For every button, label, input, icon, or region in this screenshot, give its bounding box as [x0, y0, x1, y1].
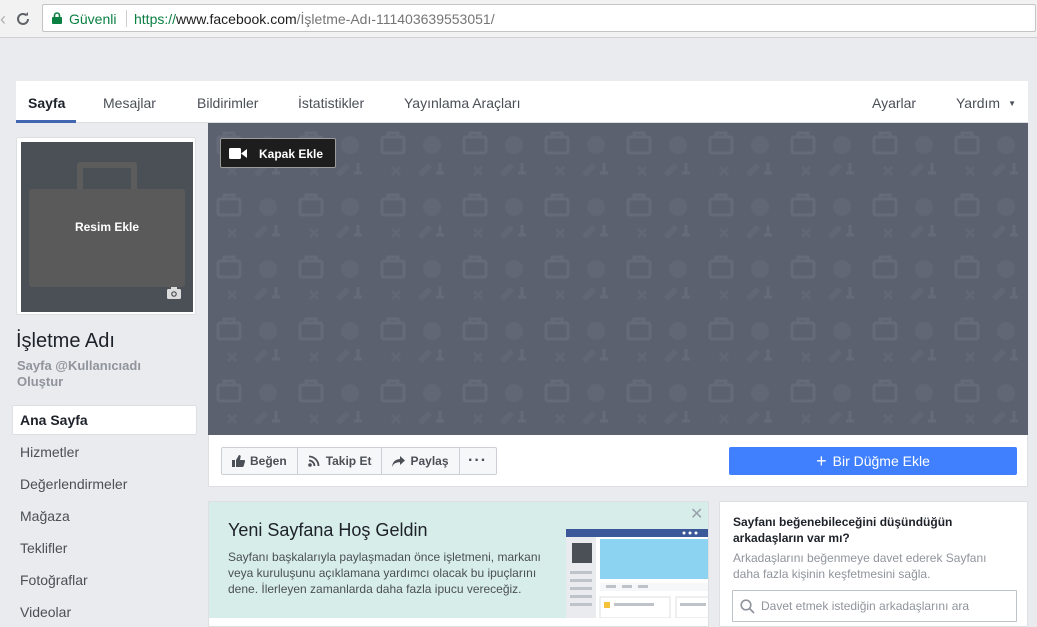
rss-icon	[307, 455, 320, 467]
side-nav-shop[interactable]: Mağaza	[12, 501, 197, 533]
side-nav-services[interactable]: Hizmetler	[12, 437, 197, 469]
profile-picture-frame[interactable]: Resim Ekle	[16, 137, 196, 315]
add-cover-label: Kapak Ekle	[259, 147, 324, 161]
welcome-text: Sayfanı başkalarıyla paylaşmadan önce iş…	[228, 550, 541, 596]
camera-icon[interactable]	[167, 287, 181, 299]
share-button[interactable]: Paylaş	[381, 447, 460, 475]
page-side-nav: Ana Sayfa Hizmetler Değerlendirmeler Mağ…	[12, 405, 197, 627]
tab-publishing-tools[interactable]: Yayınlama Araçları	[404, 81, 520, 123]
close-icon[interactable]: ✕	[690, 504, 703, 524]
invite-title: Sayfanı beğenebileceğini düşündüğün arka…	[733, 515, 953, 545]
secure-label: Güvenli	[69, 11, 117, 27]
thumbs-up-icon	[232, 455, 245, 467]
tab-page[interactable]: Sayfa	[28, 81, 65, 123]
add-button-label: Bir Düğme Ekle	[832, 453, 930, 469]
briefcase-body	[29, 189, 185, 287]
side-nav-home[interactable]: Ana Sayfa	[12, 405, 197, 435]
search-icon	[740, 599, 755, 614]
share-arrow-icon	[392, 455, 406, 467]
profile-picture[interactable]: Resim Ekle	[21, 142, 193, 312]
add-button-cta[interactable]: + Bir Düğme Ekle	[729, 447, 1017, 475]
help-label: Yardım	[956, 95, 1001, 111]
page-illustration-icon	[566, 529, 708, 618]
plus-icon: +	[816, 451, 827, 471]
active-tab-indicator	[16, 120, 76, 123]
url-protocol: https://	[134, 11, 177, 27]
invite-friends-card: Sayfanı beğenebileceğini düşündüğün arka…	[719, 501, 1028, 627]
invite-search-input[interactable]	[761, 597, 1011, 615]
page-title: İşletme Adı	[16, 330, 115, 352]
tab-help[interactable]: Yardım ▼	[956, 81, 1016, 123]
add-cover-button[interactable]: Kapak Ekle	[220, 138, 336, 168]
welcome-banner: Yeni Sayfana Hoş Geldin Sayfanı başkalar…	[209, 502, 708, 618]
welcome-card: Yeni Sayfana Hoş Geldin Sayfanı başkalar…	[208, 501, 709, 627]
tab-settings[interactable]: Ayarlar	[872, 81, 916, 123]
url-text[interactable]: https://www.facebook.com/İşletme-Adı-111…	[134, 11, 495, 27]
add-photo-label[interactable]: Resim Ekle	[21, 220, 193, 234]
browser-toolbar: ‹ Güvenli https://www.facebook.com/İşlet…	[0, 0, 1037, 38]
side-nav-offers[interactable]: Teklifler	[12, 533, 197, 565]
video-camera-icon	[229, 148, 247, 159]
tab-notifications[interactable]: Bildirimler	[197, 81, 258, 123]
more-dots-icon: ···	[468, 452, 488, 469]
reload-icon[interactable]	[12, 8, 34, 30]
page-tab-bar: Sayfa Mesajlar Bildirimler İstatistikler…	[16, 81, 1028, 123]
url-host: www.facebook.com	[176, 11, 297, 27]
invite-description: Arkadaşlarını beğenmeye davet ederek Say…	[733, 551, 987, 581]
url-path: /İşletme-Adı-111403639553051/	[296, 11, 495, 27]
side-nav-photos[interactable]: Fotoğraflar	[12, 565, 197, 597]
address-bar[interactable]: Güvenli https://www.facebook.com/İşletme…	[42, 4, 1036, 32]
follow-label: Takip Et	[325, 454, 372, 468]
caret-down-icon: ▼	[1008, 99, 1017, 108]
lock-icon	[52, 12, 62, 24]
side-nav-reviews[interactable]: Değerlendirmeler	[12, 469, 197, 501]
welcome-title: Yeni Sayfana Hoş Geldin	[228, 520, 428, 540]
tab-messages[interactable]: Mesajlar	[103, 81, 156, 123]
cover-pattern	[208, 123, 1028, 435]
like-label: Beğen	[250, 454, 287, 468]
invite-search-box[interactable]	[732, 590, 1017, 622]
omnibox-divider	[126, 10, 127, 27]
like-button[interactable]: Beğen	[221, 447, 298, 475]
create-username-link[interactable]: Sayfa @Kullanıcıadı Oluştur	[17, 358, 177, 390]
action-button-group: Beğen Takip Et Paylaş ···	[221, 447, 497, 475]
page-action-bar: Beğen Takip Et Paylaş ··· + Bir Düğme Ekl…	[208, 435, 1028, 487]
more-options-button[interactable]: ···	[458, 447, 497, 475]
share-label: Paylaş	[410, 454, 449, 468]
follow-button[interactable]: Takip Et	[296, 447, 383, 475]
tab-insights[interactable]: İstatistikler	[298, 81, 364, 123]
briefcase-icon	[77, 162, 137, 190]
side-nav-videos[interactable]: Videolar	[12, 597, 197, 627]
cover-photo: Kapak Ekle	[208, 123, 1028, 435]
